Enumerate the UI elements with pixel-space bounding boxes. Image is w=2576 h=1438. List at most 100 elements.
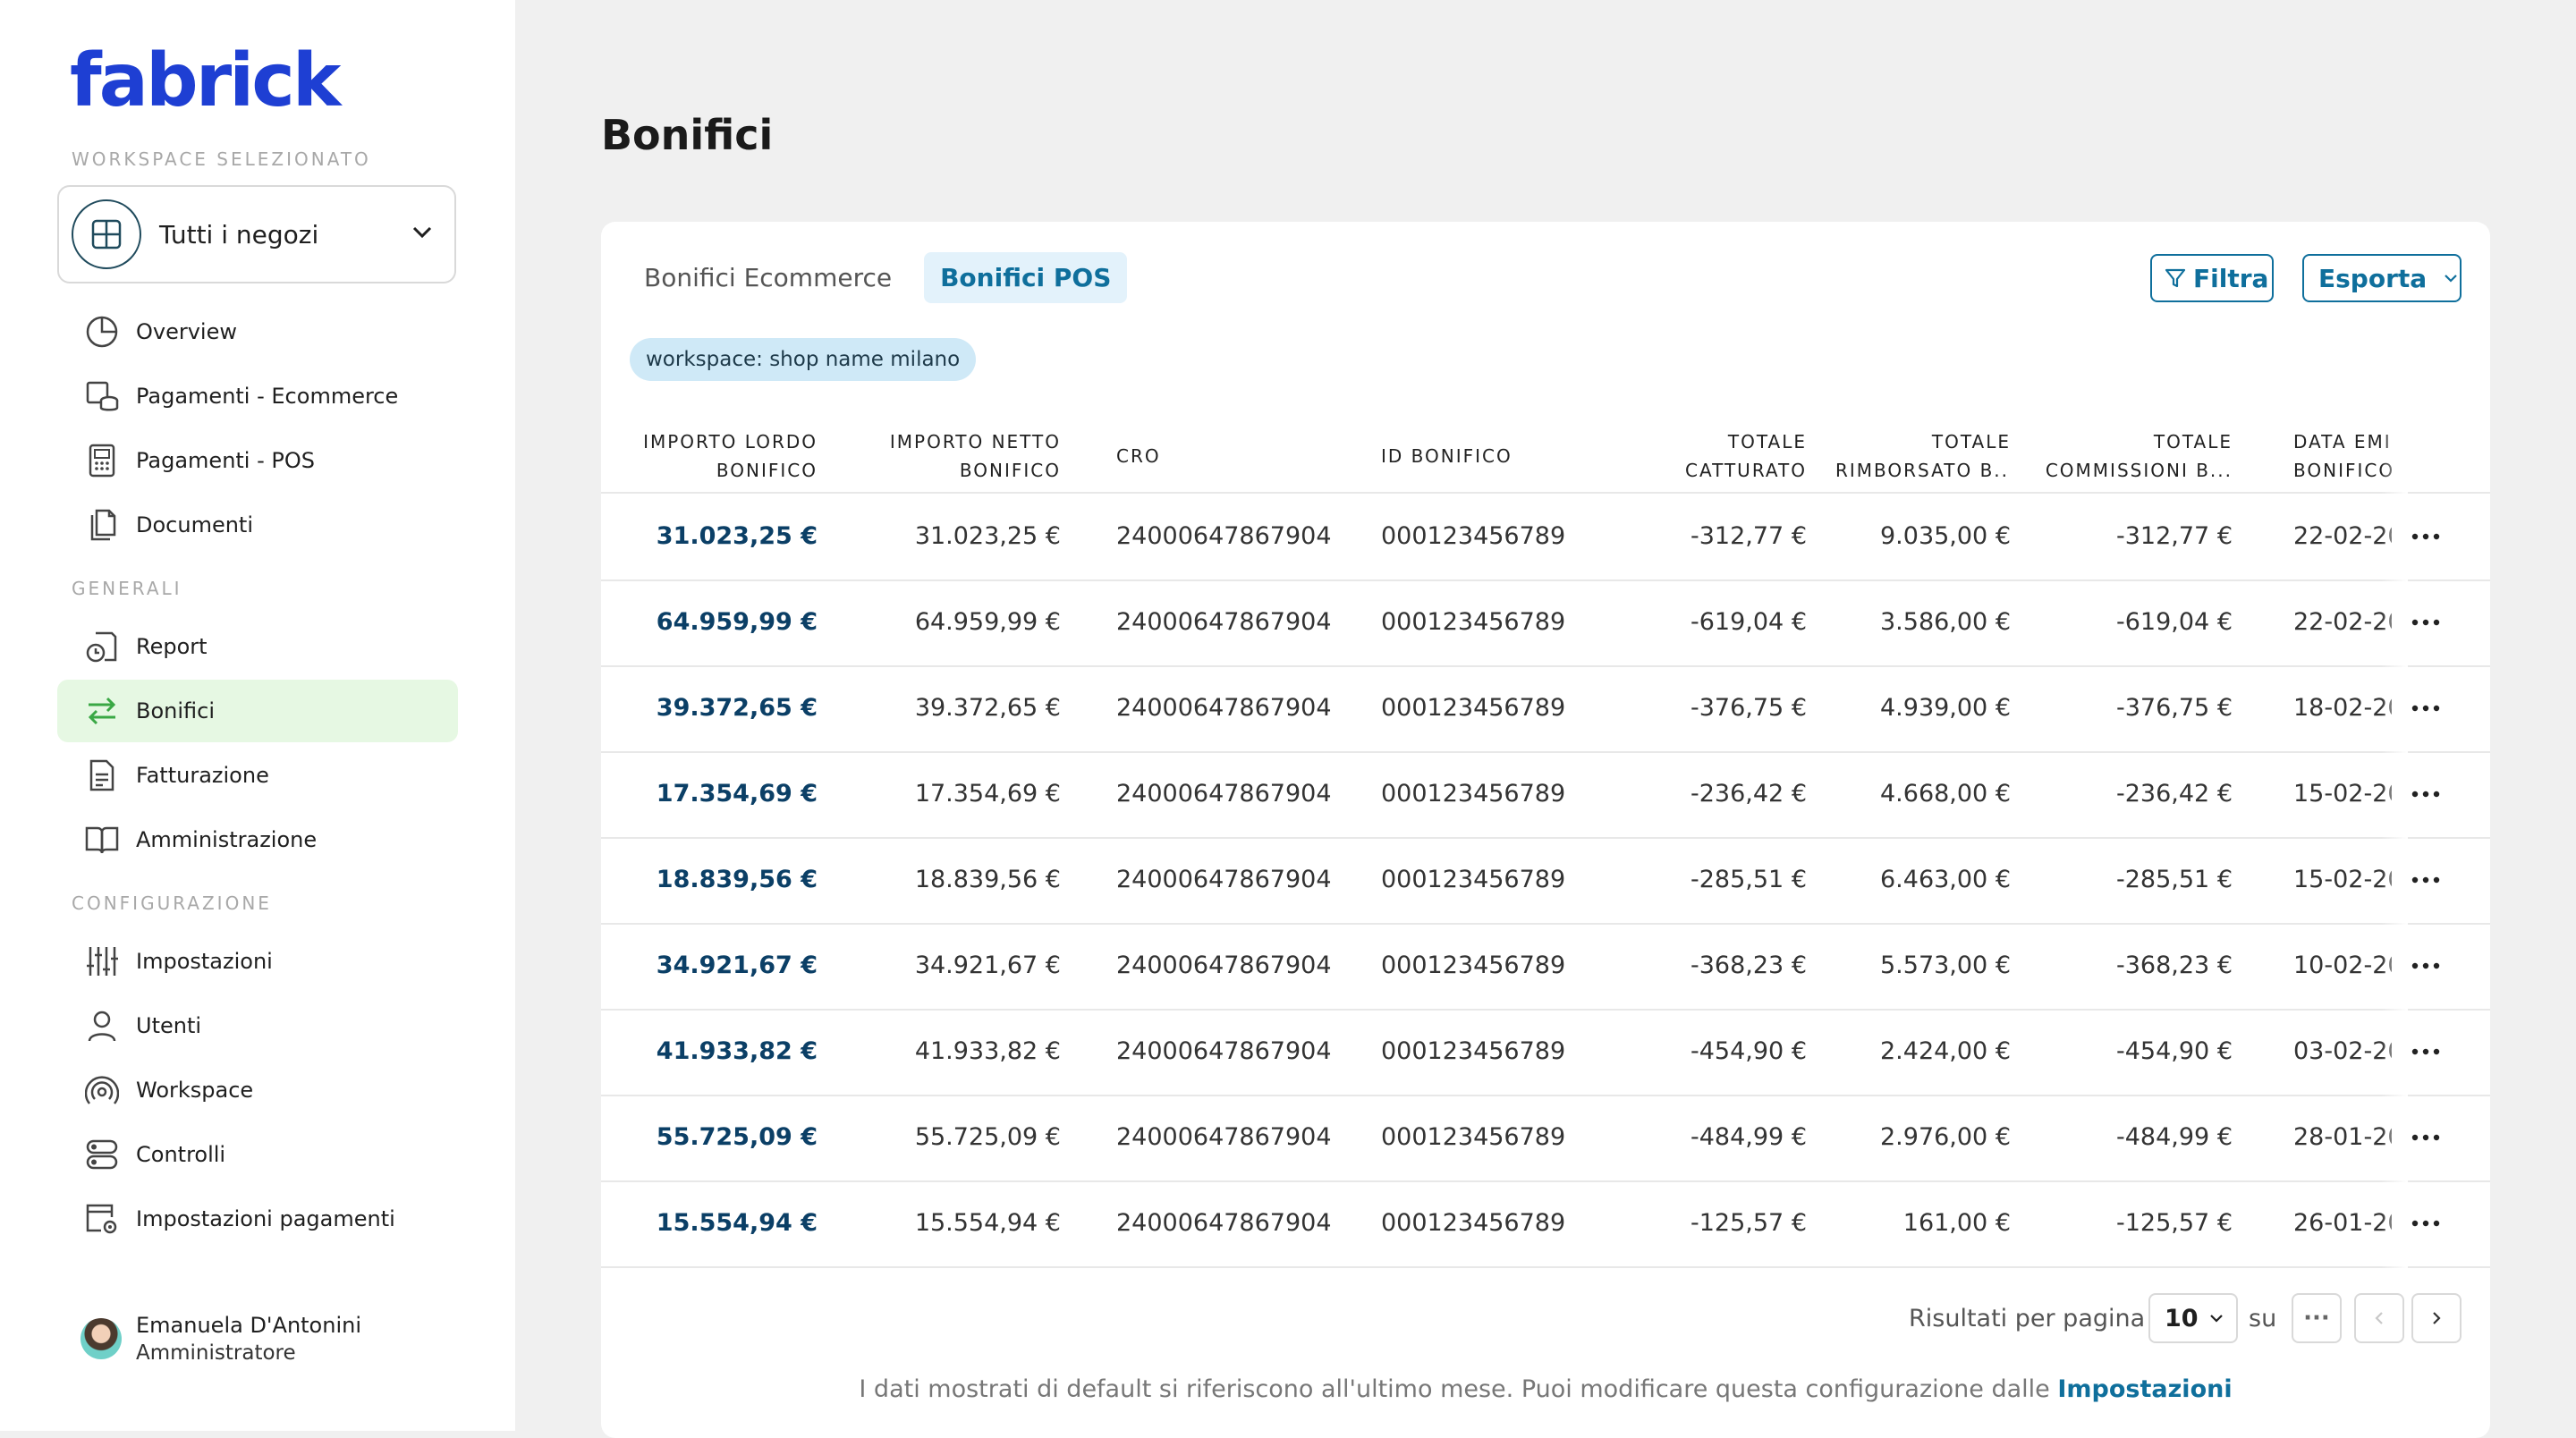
invoice-icon [84,757,120,793]
nav-item-bonifici[interactable]: Bonifici [57,680,458,742]
tab-bonifici-pos[interactable]: Bonifici POS [924,252,1128,303]
prev-page-button[interactable] [2354,1293,2404,1343]
cell-totale-commissioni: -376,75 € [2116,694,2233,722]
nav-item-label: Report [136,634,208,659]
cell-totale-commissioni: -454,90 € [2116,1037,2233,1065]
nav-item-label: Fatturazione [136,763,269,788]
nav-item-workspace[interactable]: Workspace [57,1059,458,1121]
more-options-icon[interactable] [2411,1009,2440,1095]
nav-item-documenti[interactable]: Documenti [57,494,458,556]
pie-chart-icon [84,314,120,350]
tab-bar: Bonifici Ecommerce Bonifici POS [628,252,1128,303]
workspace-selector[interactable]: Tutti i negozi [57,185,456,283]
table-row[interactable]: 17.354,69 € 17.354,69 € 24000647867904 0001… [601,751,2490,839]
workspace-section-label: WORKSPACE SELEZIONATO [72,148,371,170]
table-row[interactable]: 34.921,67 € 34.921,67 € 24000647867904 0001… [601,923,2490,1011]
cell-totale-catturato: -454,90 € [1690,1037,1807,1065]
chevron-right-icon [2431,1310,2442,1326]
more-options-icon[interactable] [2411,665,2440,751]
more-options-icon[interactable] [2411,923,2440,1009]
column-header-totale-catturato[interactable]: TOTALE CATTURATO [1639,427,1807,485]
chevron-down-icon [2443,273,2459,283]
column-header-totale-commissioni[interactable]: TOTALE COMMISSIONI B... [2045,427,2233,485]
nav-item-fatturazione[interactable]: Fatturazione [57,744,458,807]
cell-id-bonifico: 000123456789 [1381,780,1566,808]
cell-importo-lordo: 15.554,94 € [656,1209,818,1237]
nav-item-label: Pagamenti - POS [136,448,315,473]
next-page-button[interactable] [2411,1293,2462,1343]
column-header-importo-lordo[interactable]: IMPORTO LORDO BONIFICO [637,427,818,485]
settings-link[interactable]: Impostazioni [2057,1375,2232,1403]
per-page-select[interactable]: 10 [2148,1293,2238,1343]
chevron-left-icon [2374,1310,2385,1326]
cell-totale-rimborsato: 4.939,00 € [1880,694,2011,722]
cell-cro: 24000647867904 [1116,866,1331,893]
table-row[interactable]: 31.023,25 € 31.023,25 € 24000647867904 0001… [601,494,2490,581]
cell-importo-netto: 34.921,67 € [914,952,1061,979]
column-header-data-emissione[interactable]: DATA EMI BONIFICO [2293,427,2394,485]
nav-item-label: Overview [136,319,237,344]
more-options-icon[interactable] [2411,751,2440,837]
nav-item-pagamenti-pos[interactable]: Pagamenti - POS [57,429,458,492]
column-header-totale-rimborsato[interactable]: TOTALE RIMBORSATO B... [1835,427,2011,485]
table-row[interactable]: 64.959,99 € 64.959,99 € 24000647867904 0001… [601,579,2490,667]
more-options-icon[interactable] [2411,1180,2440,1266]
nav-item-impostazioni-pagamenti[interactable]: Impostazioni pagamenti [57,1188,458,1250]
user-profile[interactable]: Emanuela D'Antonini Amministratore [80,1313,361,1365]
nav-item-amministrazione[interactable]: Amministrazione [57,808,458,871]
nav-item-label: Amministrazione [136,827,318,852]
cell-importo-netto: 39.372,65 € [914,694,1061,722]
more-options-icon[interactable] [2411,1095,2440,1180]
cell-totale-commissioni: -285,51 € [2116,866,2233,893]
cell-totale-rimborsato: 161,00 € [1902,1209,2011,1237]
transfers-card: Bonifici Ecommerce Bonifici POS Filtra E… [601,222,2490,1438]
more-options-icon[interactable] [2411,494,2440,579]
total-pages-label: su [2249,1304,2277,1332]
toggles-icon [84,1137,120,1172]
nav-item-overview[interactable]: Overview [57,300,458,363]
cell-id-bonifico: 000123456789 [1381,952,1566,979]
generali-section-label: GENERALI [72,578,182,599]
per-page-value: 10 [2165,1304,2199,1332]
workspace-filter-chip[interactable]: workspace: shop name milano [630,338,977,381]
cell-id-bonifico: 000123456789 [1381,1209,1566,1237]
cell-totale-rimborsato: 4.668,00 € [1880,780,2011,808]
more-options-icon[interactable] [2411,579,2440,665]
nav-item-report[interactable]: Report [57,615,458,678]
table-row[interactable]: 41.933,82 € 41.933,82 € 24000647867904 0001… [601,1009,2490,1096]
more-options-icon[interactable] [2411,837,2440,923]
cell-importo-netto: 64.959,99 € [914,608,1061,636]
pos-terminal-icon [84,443,120,478]
user-name: Emanuela D'Antonini [136,1313,361,1338]
table-row[interactable]: 15.554,94 € 15.554,94 € 24000647867904 0001… [601,1180,2490,1268]
book-icon [84,822,120,858]
cell-cro: 24000647867904 [1116,608,1331,636]
footer-note: I dati mostrati di default si riferiscon… [601,1375,2490,1403]
cart-coins-icon [84,378,120,414]
nav-item-utenti[interactable]: Utenti [57,994,458,1057]
nav-item-controlli[interactable]: Controlli [57,1123,458,1186]
column-header-importo-netto[interactable]: IMPORTO NETTO BONIFICO [860,427,1061,485]
table-row[interactable]: 55.725,09 € 55.725,09 € 24000647867904 0001… [601,1095,2490,1182]
fabrick-logo[interactable]: fabrick [70,45,341,118]
cell-data-emissione: 28-01-20 [2293,1123,2392,1151]
tab-bonifici-ecommerce[interactable]: Bonifici Ecommerce [628,252,908,303]
nav-item-label: Impostazioni [136,949,273,974]
column-header-id-bonifico[interactable]: ID BONIFICO [1381,442,1560,470]
cell-data-emissione: 15-02-20 [2293,780,2392,808]
documents-icon [84,507,120,543]
report-clock-icon [84,629,120,664]
nav-item-pagamenti-ecommerce[interactable]: Pagamenti - Ecommerce [57,365,458,427]
cell-data-emissione: 26-01-20 [2293,1209,2392,1237]
cell-totale-catturato: -484,99 € [1690,1123,1807,1151]
nav-item-impostazioni[interactable]: Impostazioni [57,930,458,993]
cell-id-bonifico: 000123456789 [1381,694,1566,722]
cell-importo-lordo: 17.354,69 € [656,780,818,808]
workspace-signal-icon [84,1072,120,1108]
nav-item-label: Documenti [136,512,254,537]
table-row[interactable]: 18.839,56 € 18.839,56 € 24000647867904 0001… [601,837,2490,925]
column-header-cro[interactable]: CRO [1116,442,1224,470]
export-button[interactable]: Esporta [2302,254,2462,302]
table-row[interactable]: 39.372,65 € 39.372,65 € 24000647867904 0001… [601,665,2490,753]
filter-button[interactable]: Filtra [2150,254,2274,302]
